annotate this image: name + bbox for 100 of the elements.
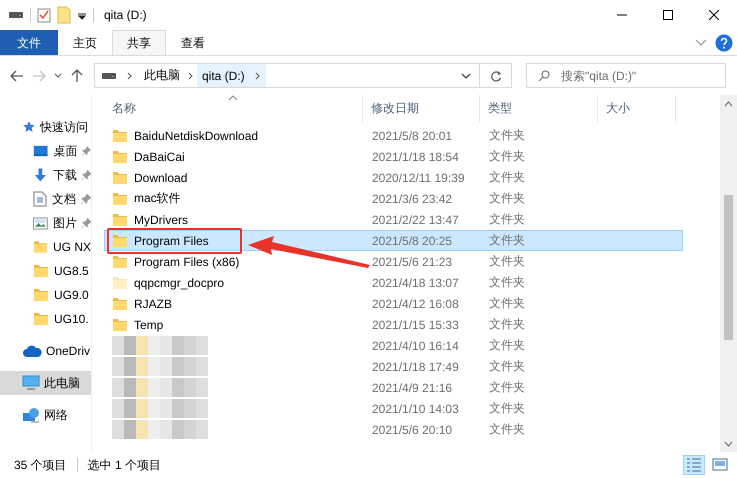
file-row[interactable]: Temp 2021/1/15 15:33 文件夹 <box>104 314 683 335</box>
file-name: RJAZB <box>134 296 172 310</box>
scrollbar-thumb[interactable] <box>724 195 733 340</box>
file-row[interactable]: Program Files 2021/5/8 20:25 文件夹 <box>104 230 683 251</box>
file-type: 文件夹 <box>488 316 526 333</box>
date-modified: 2021/1/18 18:54 <box>371 148 460 166</box>
chevron-right-icon[interactable] <box>127 72 133 80</box>
file-row[interactable]: qqpcmgr_docpro 2021/4/18 13:07 文件夹 <box>104 272 683 293</box>
item-count: 35 个项目 <box>14 456 67 474</box>
file-menu-button[interactable]: 文件 <box>0 30 58 55</box>
chevron-right-icon[interactable] <box>188 72 194 80</box>
nav-pane-item[interactable]: 文档 <box>0 187 91 211</box>
file-name: BaiduNetdiskDownload <box>134 128 258 142</box>
column-header-label: 名称 <box>112 100 136 117</box>
download-icon <box>33 167 48 183</box>
file-row[interactable]: MyDrivers 2021/2/22 13:47 文件夹 <box>104 209 683 230</box>
file-type: 文件夹 <box>488 400 526 417</box>
nav-pane-label: 桌面 <box>53 142 78 160</box>
nav-pane-label: 此电脑 <box>44 374 80 392</box>
column-header[interactable]: 大小 <box>598 95 676 122</box>
chevron-down-icon <box>54 72 62 78</box>
date-modified: 2021/4/12 16:08 <box>371 296 460 312</box>
file-type: 文件夹 <box>488 274 526 291</box>
file-row[interactable]: 2021/4/9 21:16 文件夹 <box>104 377 683 398</box>
folder-icon <box>33 312 49 326</box>
folder-icon <box>33 240 48 254</box>
ribbon-tab[interactable]: 主页 <box>58 30 112 55</box>
file-type: 文件夹 <box>488 232 526 249</box>
nav-pane-item[interactable]: UG9.0 <box>0 283 91 307</box>
maximize-icon <box>663 10 673 20</box>
chevron-right-icon[interactable] <box>254 72 261 80</box>
search-field[interactable]: 搜索"qita (D:)" <box>526 63 726 88</box>
nav-pane-item[interactable]: 快速访问 <box>0 115 91 139</box>
column-header[interactable]: 修改日期 <box>363 95 480 122</box>
ribbon-tab[interactable]: 查看 <box>166 30 220 55</box>
network-icon <box>22 407 40 423</box>
chevron-down-icon[interactable] <box>461 72 471 78</box>
nav-pane-label: UG8.5 <box>54 264 89 278</box>
file-row[interactable]: DaBaiCai 2021/1/18 18:54 文件夹 <box>104 146 683 167</box>
file-name: Temp <box>134 318 164 332</box>
help-icon[interactable] <box>715 34 733 52</box>
file-row[interactable]: Program Files (x86) 2021/5/6 21:23 文件夹 <box>104 251 683 272</box>
checklist-icon[interactable] <box>37 7 51 23</box>
nav-pane-item[interactable]: 下载 <box>0 163 91 187</box>
column-header-label: 修改日期 <box>371 100 419 117</box>
column-header[interactable]: 类型 <box>480 95 598 122</box>
nav-pane-item[interactable]: UG8.5 <box>0 259 91 283</box>
breadcrumb[interactable]: qita (D:) <box>197 64 250 87</box>
search-icon <box>538 70 550 82</box>
window-title: qita (D:) <box>104 8 147 22</box>
file-type: 文件夹 <box>488 190 526 207</box>
file-type: 文件夹 <box>488 379 526 396</box>
date-modified: 2021/4/9 21:16 <box>371 380 454 396</box>
nav-pane-label: OneDriv <box>46 344 90 358</box>
file-row[interactable]: mac软件 2021/3/6 23:42 文件夹 <box>104 188 683 209</box>
nav-pane-item[interactable]: 网络 <box>0 403 91 427</box>
column-header-label: 大小 <box>606 100 630 117</box>
nav-pane-item[interactable]: UG NX <box>0 235 91 259</box>
file-row[interactable]: 2021/1/18 17:49 文件夹 <box>104 356 683 377</box>
file-row[interactable]: BaiduNetdiskDownload 2021/5/8 20:01 文件夹 <box>104 125 683 146</box>
document-icon <box>33 191 47 207</box>
nav-pane-label: 文档 <box>52 190 76 208</box>
breadcrumb[interactable]: 此电脑 <box>139 64 185 87</box>
file-row[interactable]: 2021/4/10 16:14 文件夹 <box>104 335 683 356</box>
ribbon-tab[interactable]: 共享 <box>112 30 166 55</box>
date-modified: 2021/2/22 13:47 <box>371 212 460 228</box>
file-name: mac软件 <box>134 190 181 207</box>
nav-pane-label: UG10. <box>54 312 89 326</box>
nav-pane-item[interactable]: OneDriv <box>0 339 91 363</box>
scrollbar[interactable] <box>720 95 737 452</box>
cloud-icon <box>22 345 42 357</box>
arrow-up-icon <box>70 68 84 84</box>
address-bar[interactable]: 此电脑 qita (D:) <box>94 63 480 88</box>
file-row[interactable]: 2021/1/10 14:03 文件夹 <box>104 398 683 419</box>
nav-pane-label: 快速访问 <box>40 118 88 136</box>
file-name: MyDrivers <box>134 212 188 226</box>
file-type: 文件夹 <box>488 295 526 312</box>
date-modified: 2021/1/10 14:03 <box>371 400 460 418</box>
arrow-right-icon <box>31 68 47 82</box>
chevron-up-icon[interactable] <box>724 100 733 106</box>
nav-pane-item[interactable]: UG10. <box>0 307 91 331</box>
drive-icon <box>8 10 24 20</box>
selection-count: 选中 1 个项目 <box>88 456 162 474</box>
chevron-down-icon[interactable] <box>724 440 733 446</box>
file-row[interactable]: Download 2020/12/11 19:39 文件夹 <box>104 167 683 188</box>
date-modified: 2021/3/6 23:42 <box>371 190 454 208</box>
nav-pane-item[interactable]: 桌面 <box>0 139 91 163</box>
refresh-button[interactable] <box>480 63 512 88</box>
date-modified: 2021/4/18 13:07 <box>371 274 460 292</box>
nav-pane-label: UG NX <box>52 240 91 254</box>
nav-pane-item[interactable]: 此电脑 <box>0 371 91 395</box>
file-row[interactable]: RJAZB 2021/4/12 16:08 文件夹 <box>104 293 683 314</box>
monitor-icon <box>33 144 48 158</box>
nav-pane-item[interactable]: 图片 <box>0 211 91 235</box>
column-header[interactable]: 名称 <box>104 95 363 122</box>
file-row[interactable]: 2021/5/6 20:10 文件夹 <box>104 419 683 440</box>
folder-icon <box>33 288 49 302</box>
nav-pane-label: UG9.0 <box>54 288 89 302</box>
drive-icon <box>101 70 117 80</box>
nav-pane-label: 下载 <box>52 166 77 184</box>
